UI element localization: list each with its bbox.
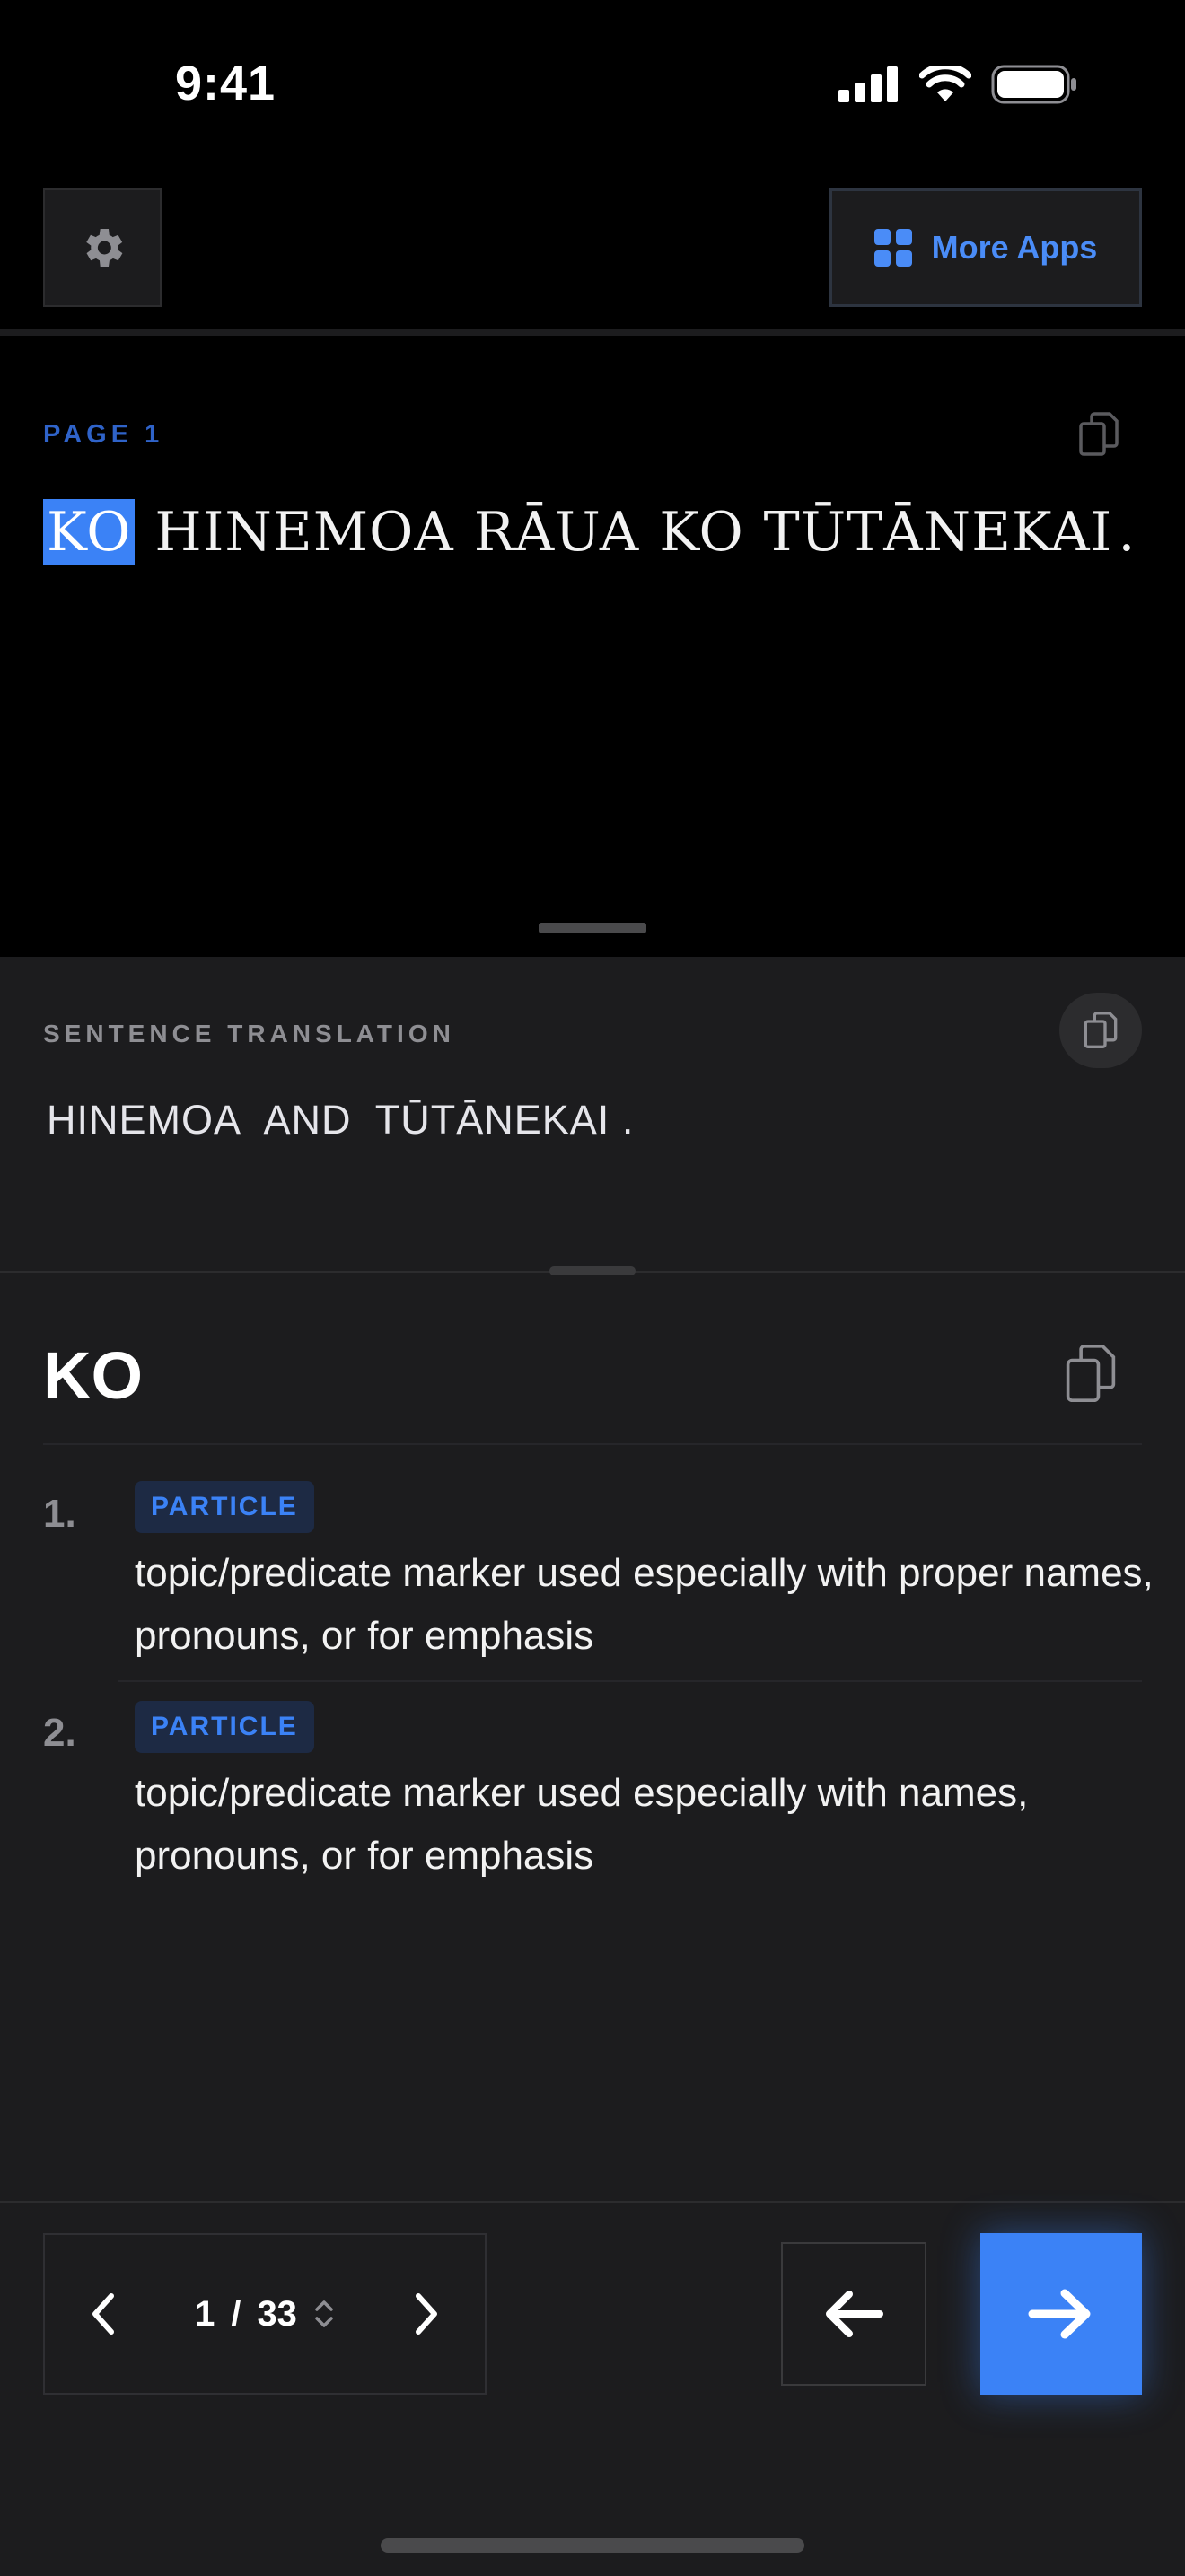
arrow-left-icon [826,2291,883,2337]
translation-word: HINEMOA [47,1097,242,1143]
translation-word: TŪTĀNEKAI [374,1097,610,1143]
next-word-button[interactable] [980,2233,1142,2395]
translation-word: AND [263,1097,352,1143]
chevron-right-icon[interactable] [411,2291,442,2337]
home-indicator[interactable] [381,2538,804,2553]
panel-drag-handle[interactable] [549,1266,636,1275]
copy-icon [1084,1012,1118,1048]
wifi-icon [919,66,971,101]
sense-divider [118,1680,1142,1682]
status-time: 9:41 [175,57,276,110]
toolbar-divider [0,329,1185,336]
chevron-left-icon[interactable] [88,2291,118,2337]
page-label: PAGE 1 [43,420,164,449]
sentence-word-hinemoa[interactable]: HINEMOA [154,501,453,564]
current-page: 1 [195,2293,215,2334]
sentence-word-ko-2[interactable]: KO [659,501,743,564]
sense-number: 2. [43,1711,76,1755]
translation-copy-button[interactable] [1059,993,1142,1068]
copy-icon [1079,412,1119,456]
previous-word-button[interactable] [781,2242,926,2386]
page-picker[interactable]: 1 / 33 [195,2294,335,2335]
headword-copy-button[interactable] [1065,1343,1117,1408]
more-apps-button[interactable]: More Apps [830,188,1142,307]
translation-text: HINEMOA AND TŪTĀNEKAI . [47,1097,634,1143]
arrow-right-icon [1028,2289,1091,2339]
headword: KO [43,1338,143,1413]
translation-period: . [621,1097,635,1143]
status-icons [838,65,1077,104]
part-of-speech-badge: PARTICLE [135,1481,314,1533]
sentence-word-tutanekai[interactable]: TŪTĀNEKAI [764,501,1113,564]
headword-divider [43,1443,1142,1445]
sense-definition: topic/predicate marker used especially w… [135,1771,1029,1878]
page-separator: / [231,2293,241,2334]
settings-button[interactable] [43,188,162,307]
sentence-word-raua[interactable]: RĀUA [474,501,640,564]
sense-definition: topic/predicate marker used especially w… [135,1551,1154,1658]
translation-label: SENTENCE TRANSLATION [43,1020,455,1047]
page-copy-button[interactable] [1077,411,1120,462]
resize-handle[interactable] [539,923,646,933]
grid-icon [873,229,912,267]
page-selector: 1 / 33 [43,2233,487,2395]
sense-number: 1. [43,1492,76,1536]
more-apps-label: More Apps [931,229,1098,266]
sentence-period: . [1118,501,1137,564]
gear-icon [86,229,123,267]
battery-icon [991,65,1076,104]
source-sentence: KO HINEMOA RĀUA KO TŪTĀNEKAI . [43,499,1136,565]
part-of-speech-badge: PARTICLE [135,1701,314,1753]
copy-icon [1066,1344,1116,1403]
total-pages: 33 [257,2293,297,2334]
chevron-up-down-icon [315,2300,333,2327]
cellular-signal-icon [838,66,898,102]
sentence-word-ko[interactable]: KO [43,499,136,565]
